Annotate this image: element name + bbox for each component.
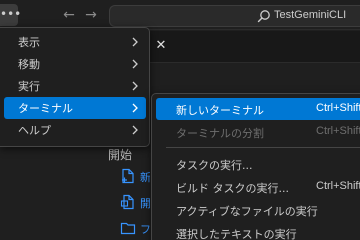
submenu-item-run-active-file[interactable]: アクティブなファイルの実行 xyxy=(156,199,360,221)
vscode-window: ••• ← → TestGeminiCLI ✕ 開始 新 開 フ 表示 移動 実… xyxy=(0,0,360,240)
menu-item-label: 表示 xyxy=(18,36,40,49)
more-menu-button[interactable]: ••• xyxy=(0,4,21,26)
submenu-item-new-terminal[interactable]: 新しいターミナル Ctrl+Shift+` xyxy=(156,98,360,120)
welcome-link-open[interactable]: 開 xyxy=(140,195,150,211)
main-menu: 表示 移動 実行 ターミナル ヘルプ xyxy=(0,27,150,147)
menu-item-help[interactable]: ヘルプ xyxy=(4,119,146,141)
submenu-separator xyxy=(166,147,360,148)
menu-item-label: ヘルプ xyxy=(18,124,51,137)
submenu-item-run-task[interactable]: タスクの実行... xyxy=(156,153,360,175)
submenu-item-shortcut: Ctrl+Shift+5 xyxy=(316,125,360,137)
new-file-icon[interactable] xyxy=(120,168,136,184)
open-file-icon[interactable] xyxy=(120,194,136,210)
submenu-item-shortcut: Ctrl+Shift+B xyxy=(316,180,360,192)
submenu-item-run-build-task[interactable]: ビルド タスクの実行... Ctrl+Shift+B xyxy=(156,176,360,198)
menu-item-run[interactable]: 実行 xyxy=(4,75,146,97)
menu-item-terminal[interactable]: ターミナル xyxy=(4,97,146,119)
submenu-item-label: ターミナルの分割 xyxy=(176,127,264,140)
submenu-item-label: タスクの実行... xyxy=(176,159,253,172)
title-bar: ••• ← → TestGeminiCLI xyxy=(0,0,360,30)
chevron-right-icon xyxy=(132,37,138,47)
chevron-right-icon xyxy=(132,81,138,91)
menu-item-label: 実行 xyxy=(18,80,40,93)
open-folder-icon[interactable] xyxy=(120,220,136,236)
search-icon xyxy=(257,10,270,23)
editor-tab-bar xyxy=(150,31,360,63)
submenu-item-label: ビルド タスクの実行... xyxy=(176,182,289,195)
forward-arrow-icon[interactable]: → xyxy=(83,6,99,24)
submenu-item-shortcut: Ctrl+Shift+` xyxy=(316,102,360,114)
submenu-item-label: アクティブなファイルの実行 xyxy=(176,205,318,218)
command-center-label: TestGeminiCLI xyxy=(274,9,347,21)
submenu-item-label: 新しいターミナル xyxy=(176,104,264,117)
chevron-right-icon xyxy=(132,103,138,113)
close-tab-icon[interactable]: ✕ xyxy=(154,38,168,54)
welcome-link-folder[interactable]: フ xyxy=(140,221,150,237)
submenu-item-label: 選択したテキストの実行 xyxy=(176,228,297,240)
welcome-link-new[interactable]: 新 xyxy=(140,169,150,185)
back-arrow-icon[interactable]: ← xyxy=(61,6,77,24)
command-center-search[interactable]: TestGeminiCLI xyxy=(109,5,360,27)
menu-item-label: 移動 xyxy=(18,58,40,71)
menu-item-view[interactable]: 表示 xyxy=(4,31,146,53)
menu-item-label: ターミナル xyxy=(18,102,73,115)
chevron-right-icon xyxy=(132,59,138,69)
chevron-right-icon xyxy=(132,125,138,135)
welcome-start-heading: 開始 xyxy=(108,148,133,162)
submenu-item-split-terminal[interactable]: ターミナルの分割 Ctrl+Shift+5 xyxy=(156,121,360,143)
terminal-submenu: 新しいターミナル Ctrl+Shift+` ターミナルの分割 Ctrl+Shif… xyxy=(151,93,360,240)
menu-item-go[interactable]: 移動 xyxy=(4,53,146,75)
submenu-item-run-selected-text[interactable]: 選択したテキストの実行 xyxy=(156,222,360,240)
